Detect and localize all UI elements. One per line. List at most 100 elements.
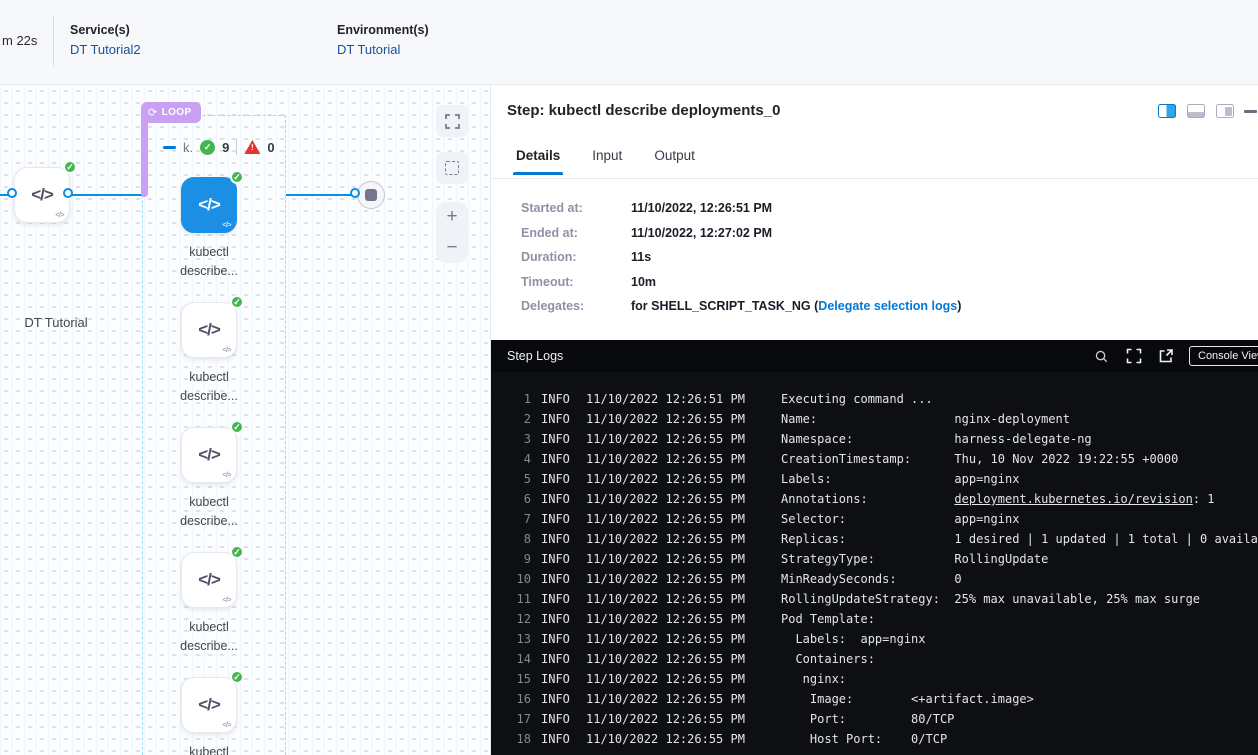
logs-actions: Console View <box>1093 340 1258 372</box>
end-node[interactable] <box>357 181 385 209</box>
log-line: 2INFO11/10/2022 12:26:55 PMName: nginx-d… <box>491 409 1258 429</box>
detail-tabs: Details Input Output <box>491 148 1258 179</box>
tab-details[interactable]: Details <box>516 148 560 175</box>
log-message: Name: nginx-deployment <box>781 409 1070 429</box>
step-logs-title: Step Logs <box>507 349 563 363</box>
end-node-port[interactable] <box>350 188 360 198</box>
success-count: 9 <box>222 140 229 155</box>
fit-icon <box>445 114 460 129</box>
log-line: 12INFO11/10/2022 12:26:55 PMPod Template… <box>491 609 1258 629</box>
step-label: kubectldescribe... <box>139 243 279 281</box>
open-in-new-tab-button[interactable] <box>1157 348 1174 365</box>
log-message: RollingUpdateStrategy: 25% max unavailab… <box>781 589 1200 609</box>
fullscreen-logs-button[interactable] <box>1125 348 1142 365</box>
detail-value: 11s <box>631 250 651 264</box>
log-level: INFO <box>541 469 576 489</box>
success-badge-icon: ✓ <box>230 670 244 684</box>
log-line-number: 8 <box>491 529 531 549</box>
success-badge-icon: ✓ <box>230 420 244 434</box>
node-port-right[interactable] <box>63 188 73 198</box>
pipeline-execution-screen: m 22s Service(s) DT Tutorial2 Environmen… <box>0 0 1258 755</box>
service-block: Service(s) DT Tutorial2 <box>70 23 141 57</box>
log-line-number: 14 <box>491 649 531 669</box>
log-line-number: 15 <box>491 669 531 689</box>
detail-label: Ended at: <box>521 226 631 240</box>
log-line-number: 16 <box>491 689 531 709</box>
log-timestamp: 11/10/2022 12:26:55 PM <box>586 569 771 589</box>
service-link[interactable]: DT Tutorial2 <box>70 42 141 57</box>
topbar-divider <box>53 16 54 66</box>
log-line: 15INFO11/10/2022 12:26:55 PM nginx: <box>491 669 1258 689</box>
shell-script-icon: </> <box>198 695 220 715</box>
shell-script-icon: </> <box>31 185 53 205</box>
detail-label: Timeout: <box>521 275 631 289</box>
step-node[interactable]: </></>✓ <box>181 302 237 358</box>
search-logs-button[interactable] <box>1093 348 1110 365</box>
detail-row-timeout: Timeout: 10m <box>521 275 961 289</box>
success-badge-icon: ✓ <box>230 170 244 184</box>
mini-code-icon: </> <box>222 597 231 604</box>
console-view-button[interactable]: Console View <box>1189 346 1258 366</box>
external-link-icon <box>1158 348 1174 364</box>
log-timestamp: 11/10/2022 12:26:55 PM <box>586 469 771 489</box>
logs-body[interactable]: 1INFO11/10/2022 12:26:51 PMExecuting com… <box>491 372 1258 755</box>
pipeline-step: </></>✓kubectldescribe... <box>181 427 237 531</box>
layout-split-right-icon[interactable] <box>1158 104 1176 118</box>
delegate-selection-logs-link[interactable]: Delegate selection logs <box>818 299 957 313</box>
step-details-panel: Step: kubectl describe deployments_0 Det… <box>490 85 1258 755</box>
execution-topbar: m 22s Service(s) DT Tutorial2 Environmen… <box>0 0 1258 85</box>
log-line-number: 13 <box>491 629 531 649</box>
log-level: INFO <box>541 489 576 509</box>
log-line: 6INFO11/10/2022 12:26:55 PMAnnotations: … <box>491 489 1258 509</box>
log-timestamp: 11/10/2022 12:26:55 PM <box>586 409 771 429</box>
detail-label: Duration: <box>521 250 631 264</box>
log-level: INFO <box>541 689 576 709</box>
layout-right-icon[interactable] <box>1216 104 1234 118</box>
log-message: Image: <+artifact.image> <box>781 689 1034 709</box>
log-annotation-link[interactable]: deployment.kubernetes.io/revision <box>954 492 1192 506</box>
log-line: 11INFO11/10/2022 12:26:55 PMRollingUpdat… <box>491 589 1258 609</box>
log-line: 4INFO11/10/2022 12:26:55 PMCreationTimes… <box>491 449 1258 469</box>
step-node[interactable]: </></>✓ <box>181 552 237 608</box>
log-message: Host Port: 0/TCP <box>781 729 947 749</box>
group-name: k. <box>183 140 193 155</box>
shell-script-icon: </> <box>198 320 220 340</box>
detail-value: 11/10/2022, 12:26:51 PM <box>631 201 772 215</box>
log-level: INFO <box>541 529 576 549</box>
warning-icon: ! <box>244 140 260 154</box>
zoom-out-button[interactable]: − <box>436 233 468 264</box>
log-timestamp: 11/10/2022 12:26:55 PM <box>586 489 771 509</box>
collapse-group-button[interactable] <box>163 146 176 149</box>
log-line: 13INFO11/10/2022 12:26:55 PM Labels: app… <box>491 629 1258 649</box>
step-node[interactable]: </></>✓ <box>181 177 237 233</box>
environment-link[interactable]: DT Tutorial <box>337 42 429 57</box>
layout-bottom-icon[interactable] <box>1187 104 1205 118</box>
mini-code-icon: </> <box>222 222 231 229</box>
minimize-panel-button[interactable] <box>1244 110 1257 113</box>
log-line-number: 12 <box>491 609 531 629</box>
step-node[interactable]: </></>✓ <box>181 677 237 733</box>
loop-stripe <box>141 119 148 197</box>
tab-input[interactable]: Input <box>592 148 622 175</box>
log-level: INFO <box>541 509 576 529</box>
node-port-left[interactable] <box>7 188 17 198</box>
marquee-select-button[interactable] <box>436 152 468 184</box>
loop-badge[interactable]: ⟳ LOOP <box>141 102 201 123</box>
fit-to-screen-button[interactable] <box>436 105 468 137</box>
log-line: 16INFO11/10/2022 12:26:55 PM Image: <+ar… <box>491 689 1258 709</box>
pipeline-step: </></>✓kubectldescribe... <box>181 552 237 656</box>
shell-script-icon: </> <box>198 570 220 590</box>
log-timestamp: 11/10/2022 12:26:55 PM <box>586 629 771 649</box>
log-message: Namespace: harness-delegate-ng <box>781 429 1092 449</box>
log-message: Selector: app=nginx <box>781 509 1019 529</box>
tab-output[interactable]: Output <box>654 148 695 175</box>
zoom-in-button[interactable]: + <box>436 202 468 233</box>
pipeline-step: </></>✓kubectldescribe... <box>181 302 237 406</box>
step-node[interactable]: </></>✓ <box>181 427 237 483</box>
start-step-node[interactable]: </> </> ✓ <box>14 167 70 223</box>
marquee-icon <box>445 161 459 175</box>
pipeline-graph-canvas[interactable]: ⟳ LOOP k. ✓ 9 ! 0 </> </> ✓ DT Tutorial … <box>0 85 490 755</box>
mini-code-icon: </> <box>222 347 231 354</box>
log-line-number: 17 <box>491 709 531 729</box>
mini-code-icon: </> <box>222 722 231 729</box>
